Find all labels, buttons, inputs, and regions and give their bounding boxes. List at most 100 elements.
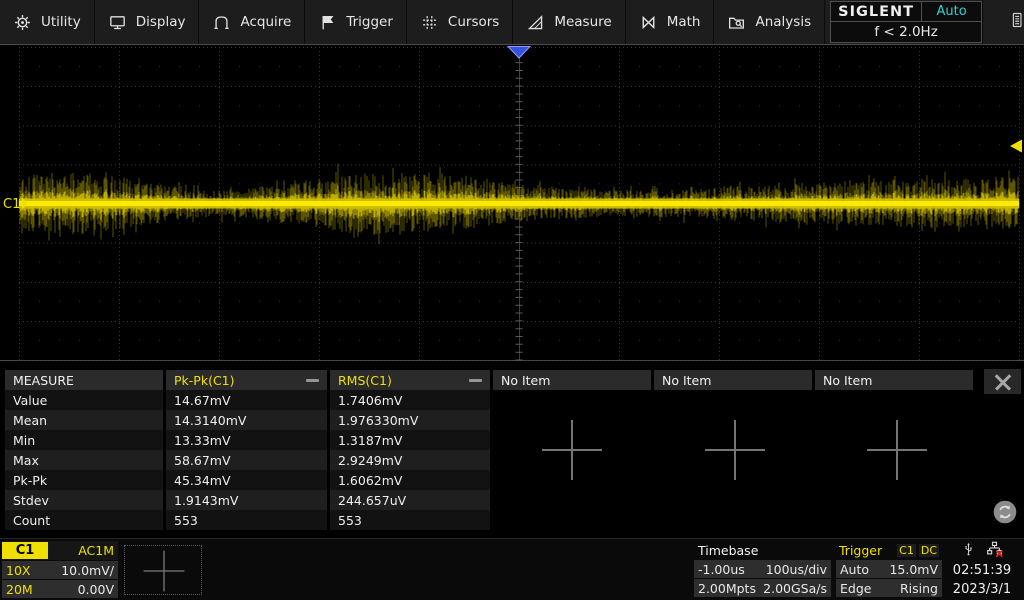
measure-value-cell: 1.7406mV	[330, 390, 490, 410]
measure-column-label: Pk-Pk(C1)	[174, 373, 235, 388]
trigger-level-marker[interactable]	[1010, 140, 1022, 153]
measure-row-label: Mean	[5, 410, 163, 430]
menu-item-label: Display	[136, 14, 186, 30]
menu-item-math[interactable]: Math	[626, 0, 715, 44]
measure-empty-cell	[654, 490, 812, 510]
acquisition-mode-badge: Auto	[922, 2, 981, 22]
timebase-scale: 100us/div	[766, 562, 827, 577]
menu-item-cursors[interactable]: Cursors	[407, 0, 513, 44]
menu-item-acquire[interactable]: Acquire	[199, 0, 305, 44]
trigger-frequency-readout: f < 2.0Hz	[831, 22, 981, 42]
measure-value-cell: 553	[330, 510, 490, 530]
plus-icon	[142, 549, 186, 593]
trigger-level: 15.0mV	[889, 562, 938, 577]
active-channel-indicator[interactable]: C1	[982, 0, 1024, 44]
measure-value-cell: 58.67mV	[166, 450, 327, 470]
usb-icon	[961, 540, 976, 562]
channel-offset: 0.00V	[78, 582, 114, 597]
list-icon	[1008, 10, 1024, 34]
measure-value-cell: 1.976330mV	[330, 410, 490, 430]
measure-empty-cell	[815, 390, 973, 410]
measure-row-label: Pk-Pk	[5, 470, 163, 490]
measure-value-cell: 1.3187mV	[330, 430, 490, 450]
measure-column-header[interactable]: RMS(C1)	[330, 370, 490, 390]
memory-depth: 2.00Mpts	[698, 581, 756, 596]
measure-row-label: Stdev	[5, 490, 163, 510]
trigger-source-badge: C1	[897, 544, 916, 557]
measure-empty-cell	[493, 490, 651, 510]
siglent-logo: SIGLENT	[831, 2, 922, 22]
timebase-delay: -1.00us	[698, 562, 745, 577]
measure-column-label: No Item	[823, 373, 872, 388]
trigger-descriptor[interactable]: Trigger C1 DC Auto 15.0mV Edge Rising	[836, 541, 942, 597]
measure-column-header[interactable]: No Item	[493, 370, 651, 390]
bandwidth-limit: 20M	[6, 582, 33, 597]
menu-item-label: Cursors	[448, 14, 499, 30]
measure-row-label: Max	[5, 450, 163, 470]
measure-row-label: Value	[5, 390, 163, 410]
bottom-status-bar: C1 AC1M 10X 10.0mV/ 20M 0.00V Timebase -…	[0, 538, 1024, 600]
volts-per-div: 10.0mV/	[61, 563, 114, 578]
add-measurement-slot-3[interactable]	[865, 418, 929, 482]
menu-item-measure[interactable]: Measure	[513, 0, 625, 44]
menu-item-label: Acquire	[240, 14, 291, 30]
measure-column-label: No Item	[501, 373, 550, 388]
remove-measurement-icon[interactable]	[306, 379, 319, 382]
measure-empty-cell	[654, 390, 812, 410]
add-measurement-slot-1[interactable]	[540, 418, 604, 482]
reset-statistics-button[interactable]	[992, 499, 1018, 525]
remove-measurement-icon[interactable]	[469, 379, 482, 382]
close-measure-button[interactable]	[984, 369, 1021, 394]
menu-item-utility[interactable]: Utility	[0, 0, 95, 44]
measure-icon	[526, 13, 545, 32]
menu-item-analysis[interactable]: Analysis	[714, 0, 825, 44]
menu-item-label: Measure	[554, 14, 611, 30]
measure-value-cell: 553	[166, 510, 327, 530]
acquire-icon	[212, 13, 231, 32]
sample-rate: 2.00GSa/s	[763, 581, 827, 596]
cursors-icon	[420, 13, 439, 32]
measure-row-label: Min	[5, 430, 163, 450]
measure-value-cell: 1.9143mV	[166, 490, 327, 510]
probe-attenuation: 10X	[6, 563, 30, 578]
trigger-mode: Auto	[840, 562, 869, 577]
trigger-slope: Rising	[900, 581, 938, 596]
brand-status-box: SIGLENT Auto f < 2.0Hz	[830, 1, 982, 43]
menu-item-display[interactable]: Display	[95, 0, 200, 44]
measure-empty-cell	[815, 510, 973, 530]
analysis-icon	[727, 13, 746, 32]
close-icon	[994, 373, 1012, 391]
measure-table-title: MEASURE	[5, 370, 163, 390]
menu-item-label: Utility	[41, 14, 81, 30]
measure-value-cell: 1.6062mV	[330, 470, 490, 490]
menu-item-trigger[interactable]: Trigger	[305, 0, 407, 44]
math-icon	[639, 13, 658, 32]
trigger-position-marker[interactable]	[508, 47, 530, 59]
gear-icon	[13, 13, 32, 32]
measure-column-label: RMS(C1)	[338, 373, 392, 388]
measure-value-cell: 14.3140mV	[166, 410, 327, 430]
timebase-descriptor[interactable]: Timebase -1.00us 100us/div 2.00Mpts 2.00…	[694, 541, 831, 597]
measure-empty-cell	[493, 390, 651, 410]
flag-icon	[318, 13, 337, 32]
trigger-type: Edge	[840, 581, 871, 596]
system-date: 2023/3/1	[953, 580, 1011, 599]
channel-1-position-marker[interactable]: C1	[3, 197, 20, 212]
channel-1-badge: C1	[2, 542, 48, 559]
measure-empty-cell	[654, 510, 812, 530]
channel-1-descriptor[interactable]: C1 AC1M 10X 10.0mV/ 20M 0.00V	[2, 541, 118, 598]
measure-value-cell: 13.33mV	[166, 430, 327, 450]
measure-value-cell: 244.657uV	[330, 490, 490, 510]
trigger-title: Trigger	[839, 543, 882, 558]
system-status-box: 02:51:39 2023/3/1	[942, 539, 1022, 599]
measure-empty-cell	[815, 490, 973, 510]
add-measurement-slot-2[interactable]	[703, 418, 767, 482]
measure-column-header[interactable]: Pk-Pk(C1)	[166, 370, 327, 390]
add-channel-button[interactable]	[124, 545, 202, 595]
measure-column-header[interactable]: No Item	[654, 370, 812, 390]
measure-column-header[interactable]: No Item	[815, 370, 973, 390]
menu-item-label: Trigger	[346, 14, 393, 30]
waveform-display[interactable]: C1	[0, 44, 1024, 368]
refresh-icon	[992, 499, 1018, 525]
measure-value-cell: 45.34mV	[166, 470, 327, 490]
